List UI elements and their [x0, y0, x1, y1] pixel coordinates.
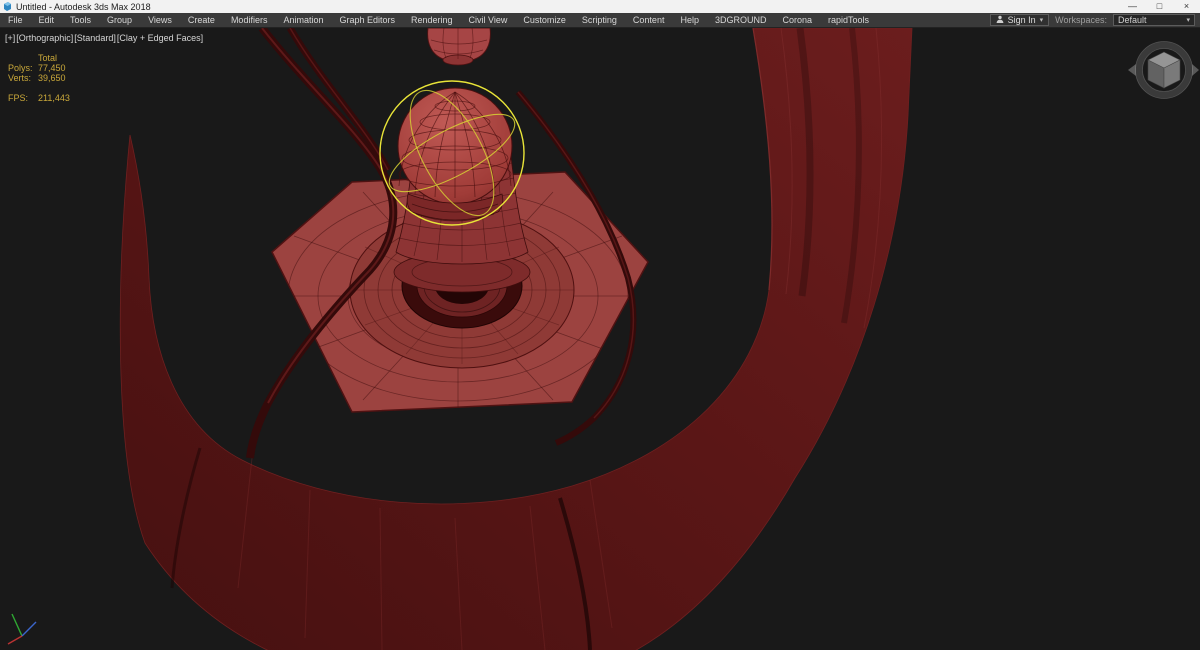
app-icon — [3, 2, 12, 11]
chevron-down-icon: ▾ — [1039, 17, 1044, 24]
menu-group[interactable]: Group — [99, 13, 140, 27]
menu-modifiers[interactable]: Modifiers — [223, 13, 276, 27]
menu-edit[interactable]: Edit — [31, 13, 63, 27]
viewport-statistics: Total Polys: 77,450 Verts: 39,650 FPS: 211,44… — [8, 53, 70, 103]
stats-total-label: Total — [38, 53, 58, 63]
menubar: File Edit Tools Group Views Create Modifiers An… — [0, 13, 1200, 28]
lamp-finial[interactable] — [427, 28, 491, 66]
menu-create[interactable]: Create — [180, 13, 223, 27]
menu-content[interactable]: Content — [625, 13, 673, 27]
stat-polys: Polys: 77,450 — [8, 63, 66, 73]
workspace-value: Default — [1118, 15, 1147, 25]
menu-file[interactable]: File — [0, 13, 31, 27]
workspace-select[interactable]: Default ▾ — [1113, 14, 1195, 26]
axis-tripod — [7, 613, 37, 645]
chevron-down-icon: ▾ — [1186, 17, 1190, 24]
menu-rendering[interactable]: Rendering — [403, 13, 461, 27]
menu-corona[interactable]: Corona — [774, 13, 820, 27]
menu-animation[interactable]: Animation — [275, 13, 331, 27]
user-icon — [996, 15, 1004, 25]
menu-rapidtools[interactable]: rapidTools — [820, 13, 877, 27]
viewport-label: [+] [Orthographic] [Standard] [Clay + Edged… — [5, 33, 203, 43]
menu-help[interactable]: Help — [672, 13, 707, 27]
menu-civil-view[interactable]: Civil View — [461, 13, 516, 27]
minimize-button[interactable]: — — [1119, 0, 1146, 13]
lamp-cap-dome[interactable] — [397, 87, 513, 222]
stat-verts: Verts: 39,650 — [8, 73, 66, 83]
stat-fps: FPS: 211,443 — [8, 93, 70, 103]
menu-tools[interactable]: Tools — [62, 13, 99, 27]
sign-in-button[interactable]: Sign In ▾ — [989, 14, 1050, 26]
viewcube-left-arrow-icon[interactable] — [1128, 64, 1136, 76]
scene-canvas[interactable] — [0, 28, 1200, 650]
menu-customize[interactable]: Customize — [515, 13, 574, 27]
viewport-label-segment-0[interactable]: [+] — [5, 33, 15, 43]
titlebar: Untitled - Autodesk 3ds Max 2018 — □ × — [0, 0, 1200, 13]
viewport-label-segment-2[interactable]: [Standard] — [74, 33, 116, 43]
menu-views[interactable]: Views — [140, 13, 180, 27]
viewcube-right-arrow-icon[interactable] — [1192, 64, 1199, 76]
viewport-label-segment-3[interactable]: [Clay + Edged Faces] — [117, 33, 203, 43]
menu-scripting[interactable]: Scripting — [574, 13, 625, 27]
menu-graph-editors[interactable]: Graph Editors — [331, 13, 403, 27]
app-window: Untitled - Autodesk 3ds Max 2018 — □ × F… — [0, 0, 1200, 650]
menu-3dground[interactable]: 3DGROUND — [707, 13, 775, 27]
maximize-button[interactable]: □ — [1146, 0, 1173, 13]
viewport-label-segment-1[interactable]: [Orthographic] — [16, 33, 73, 43]
close-button[interactable]: × — [1173, 0, 1200, 13]
view-cube[interactable] — [1128, 41, 1199, 99]
window-title: Untitled - Autodesk 3ds Max 2018 — [16, 1, 151, 12]
sign-in-label: Sign In — [1007, 15, 1036, 25]
viewport[interactable]: [+] [Orthographic] [Standard] [Clay + Edged… — [0, 28, 1200, 650]
menu-items: File Edit Tools Group Views Create Modifiers An… — [0, 13, 877, 27]
workspaces-label: Workspaces: — [1055, 15, 1107, 25]
